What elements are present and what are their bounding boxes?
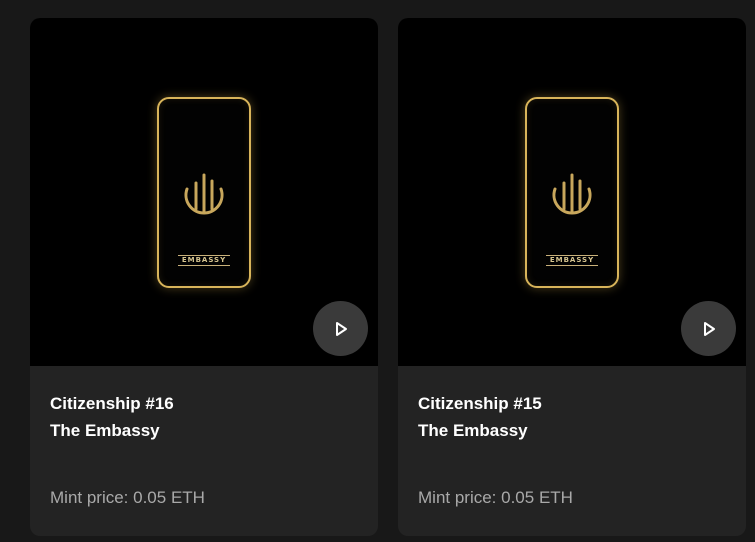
nft-collection[interactable]: The Embassy xyxy=(418,417,726,444)
nft-card[interactable]: EMBASSY Citizenship #15 The Embassy Mint… xyxy=(398,18,746,536)
nft-grid: EMBASSY Citizenship #16 The Embassy Mint… xyxy=(0,0,755,542)
embassy-logo-icon xyxy=(552,173,592,215)
play-button[interactable] xyxy=(681,301,736,356)
embassy-wordmark: EMBASSY xyxy=(546,255,598,266)
embassy-wordmark-text: EMBASSY xyxy=(181,256,227,264)
nft-artwork: EMBASSY xyxy=(525,97,619,288)
nft-collection[interactable]: The Embassy xyxy=(50,417,358,444)
nft-name[interactable]: Citizenship #16 xyxy=(50,390,358,417)
nft-info: Citizenship #15 The Embassy Mint price: … xyxy=(398,366,746,536)
play-button[interactable] xyxy=(313,301,368,356)
mint-price: Mint price: 0.05 ETH xyxy=(418,488,573,507)
mint-price: Mint price: 0.05 ETH xyxy=(50,488,205,507)
embassy-wordmark: EMBASSY xyxy=(178,255,230,266)
embassy-wordmark-text: EMBASSY xyxy=(549,256,595,264)
play-icon xyxy=(703,321,715,336)
play-icon xyxy=(335,321,347,336)
nft-card[interactable]: EMBASSY Citizenship #16 The Embassy Mint… xyxy=(30,18,378,536)
nft-info: Citizenship #16 The Embassy Mint price: … xyxy=(30,366,378,536)
nft-artwork: EMBASSY xyxy=(157,97,251,288)
nft-media[interactable]: EMBASSY xyxy=(30,18,378,366)
nft-name[interactable]: Citizenship #15 xyxy=(418,390,726,417)
embassy-logo-icon xyxy=(184,173,224,215)
nft-media[interactable]: EMBASSY xyxy=(398,18,746,366)
